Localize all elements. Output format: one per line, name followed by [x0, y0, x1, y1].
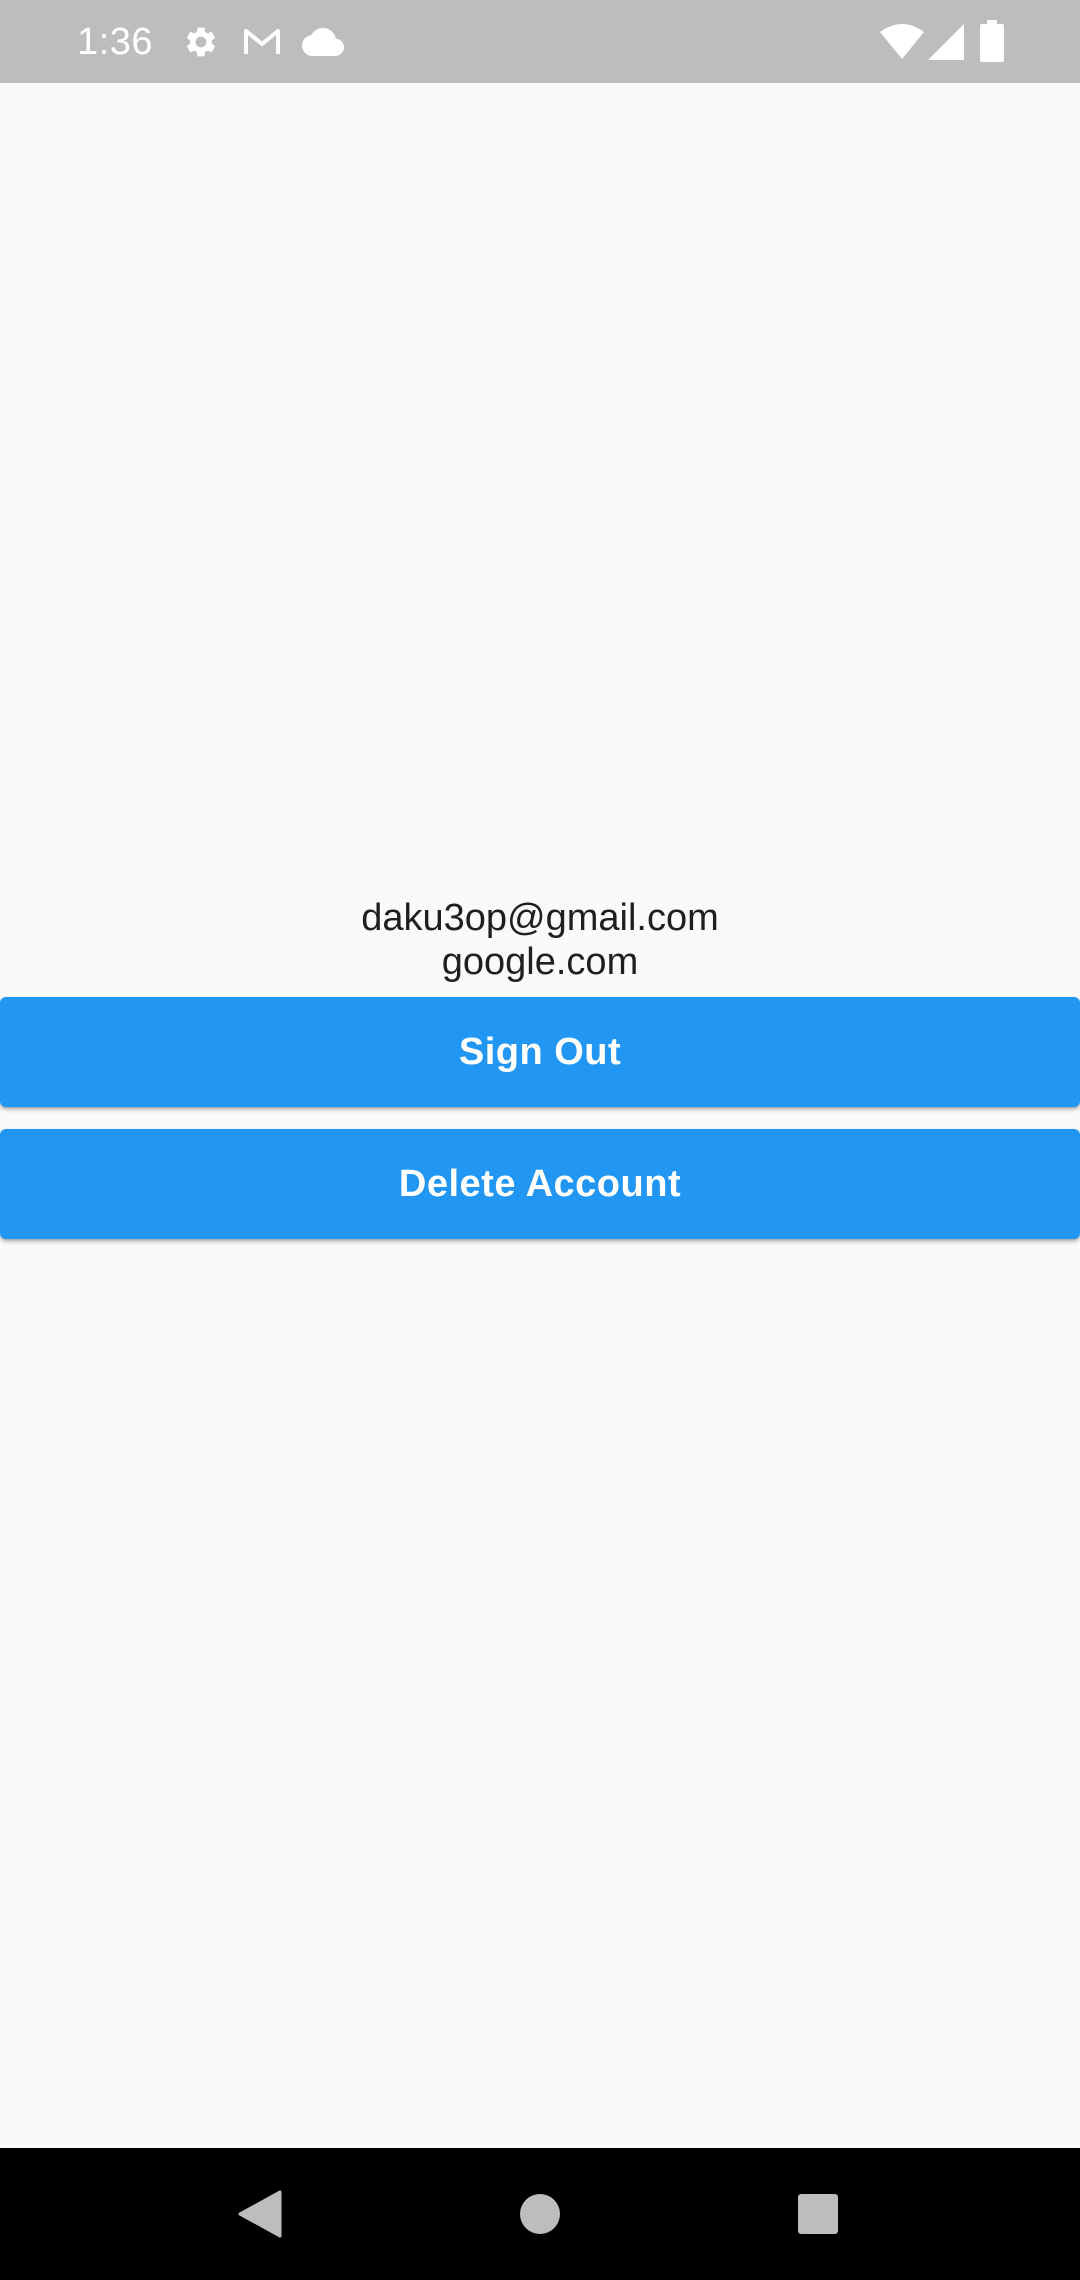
wifi-icon	[880, 24, 924, 59]
screen: 1:36 daku3op@gmail.com google.com Sign O…	[0, 0, 1080, 2280]
recents-button[interactable]	[738, 2148, 898, 2280]
home-icon	[520, 2194, 560, 2234]
back-icon	[238, 2190, 282, 2238]
delete-account-button[interactable]: Delete Account	[0, 1129, 1080, 1239]
account-info: daku3op@gmail.com google.com	[0, 896, 1080, 984]
gmail-icon	[244, 29, 280, 54]
battery-icon	[980, 20, 1004, 62]
gear-icon	[186, 27, 216, 57]
recents-icon	[798, 2194, 838, 2234]
cloud-icon	[302, 28, 344, 56]
signal-icon	[928, 24, 964, 60]
account-provider: google.com	[441, 941, 639, 983]
status-bar: 1:36	[0, 0, 1080, 83]
status-time: 1:36	[77, 21, 153, 63]
sign-out-button[interactable]: Sign Out	[0, 997, 1080, 1107]
back-button[interactable]	[180, 2148, 340, 2280]
account-email: daku3op@gmail.com	[361, 897, 719, 939]
navigation-bar	[0, 2148, 1080, 2280]
home-button[interactable]	[460, 2148, 620, 2280]
